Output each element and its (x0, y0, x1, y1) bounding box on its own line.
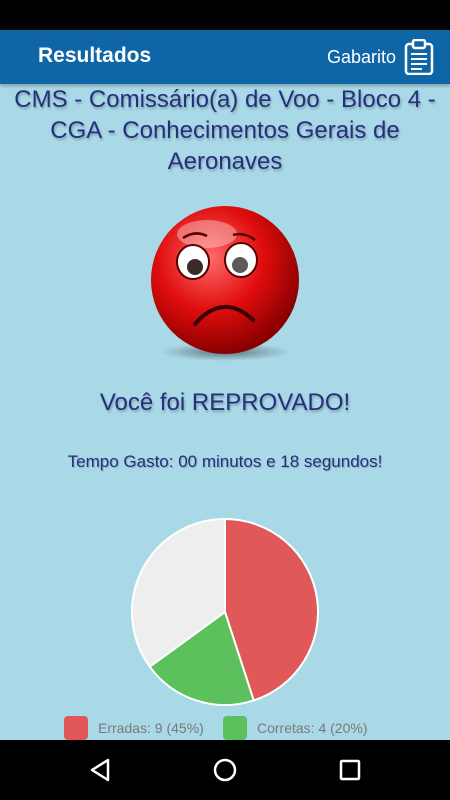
results-content: CMS - Comissário(a) de Voo - Bloco 4 - C… (0, 84, 450, 740)
legend-label-erradas: Erradas: 9 (45%) (98, 720, 204, 736)
sad-face-icon (151, 206, 299, 361)
chart-legend: Erradas: 9 (45%) Corretas: 4 (20%) (0, 716, 450, 740)
legend-label-corretas: Corretas: 4 (20%) (257, 720, 368, 736)
page-title: Resultados (38, 44, 152, 67)
home-circle-icon[interactable] (211, 756, 239, 784)
navigation-bar (0, 740, 450, 800)
result-status: Você foi REPROVADO! (99, 389, 351, 416)
result-pie-chart (131, 517, 319, 706)
recents-square-icon[interactable] (336, 756, 364, 784)
clipboard-icon (404, 39, 434, 75)
gabarito-label: Gabarito (326, 46, 396, 67)
gabarito-button[interactable]: Gabarito (327, 39, 434, 75)
app-bar: Resultados Gabarito (0, 30, 450, 84)
legend-item-erradas: Erradas: 9 (45%) (64, 716, 204, 740)
status-bar (0, 0, 450, 30)
back-triangle-icon[interactable] (86, 756, 114, 784)
exam-title: CMS - Comissário(a) de Voo - Bloco 4 - C… (14, 86, 436, 175)
legend-swatch-corretas (223, 716, 247, 740)
legend-item-corretas: Corretas: 4 (20%) (223, 716, 367, 740)
legend-swatch-erradas (64, 716, 88, 740)
time-spent: Tempo Gasto: 00 minutos e 18 segundos! (67, 452, 383, 471)
